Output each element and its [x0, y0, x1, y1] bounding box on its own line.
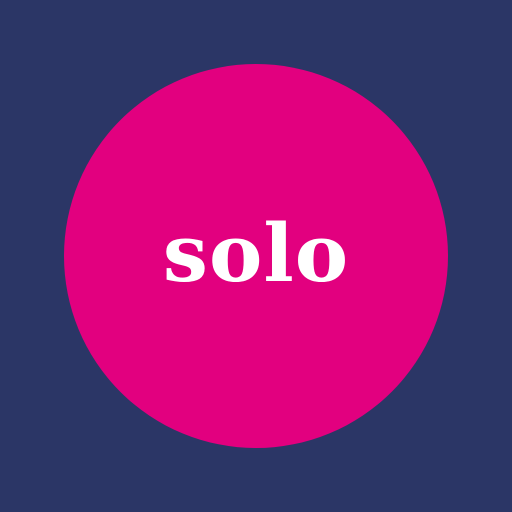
logo-circle: solo — [64, 64, 448, 448]
logo-wordmark: solo — [162, 206, 350, 300]
app-icon: solo — [0, 0, 512, 512]
